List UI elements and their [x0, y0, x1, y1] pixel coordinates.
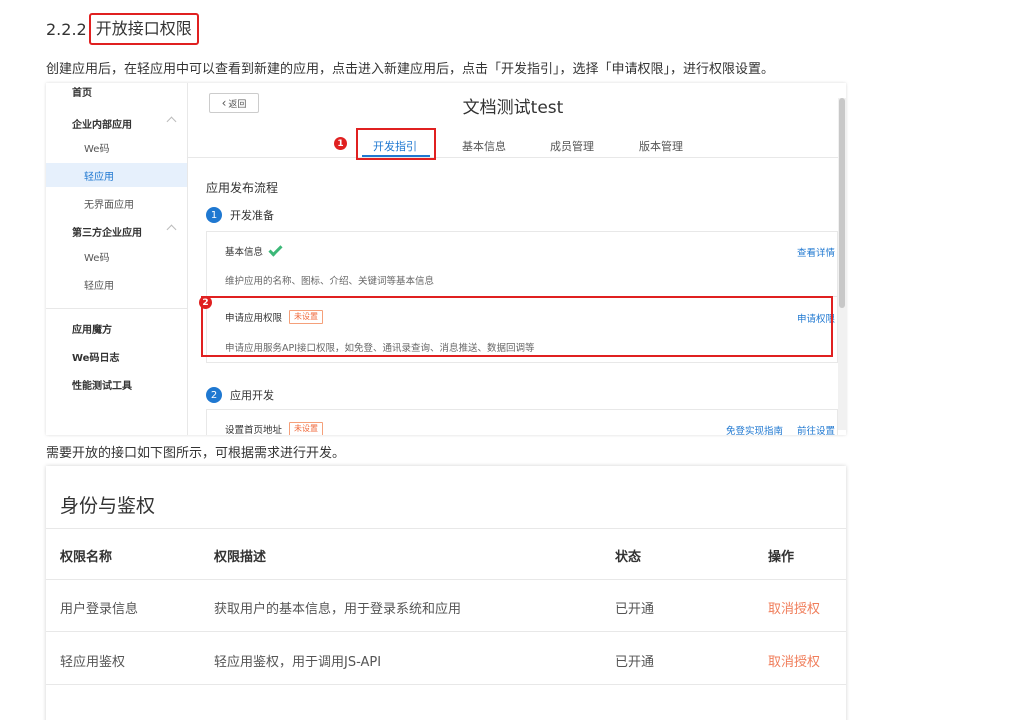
sidebar-item-thirdparty-light-app[interactable]: 轻应用	[46, 272, 187, 296]
step-label: 开发准备	[230, 209, 274, 222]
sidebar-item-perf-test[interactable]: 性能测试工具	[46, 372, 187, 396]
sidebar-group-enterprise[interactable]: 企业内部应用	[46, 111, 187, 135]
sidebar-item-wecode-log[interactable]: We码日志	[46, 344, 187, 368]
tab-members[interactable]: 成员管理	[550, 138, 594, 154]
card-homepage: 设置首页地址 未设置	[225, 422, 324, 435]
row-1-name: 用户登录信息	[60, 602, 139, 617]
tab-versions[interactable]: 版本管理	[639, 138, 683, 154]
panel-title: 身份与鉴权	[60, 495, 156, 517]
marker-1: 1	[334, 137, 347, 150]
step-dev-prep: 1 开发准备	[206, 207, 274, 223]
card-name: 设置首页地址	[225, 425, 283, 435]
sidebar-item-wecode[interactable]: We码	[46, 135, 187, 159]
revoke-button[interactable]: 取消授权	[768, 598, 820, 617]
sidebar-item-thirdparty-wecode[interactable]: We码	[46, 244, 187, 268]
sidebar-divider	[46, 308, 187, 309]
divider	[46, 684, 846, 685]
intro-paragraph: 创建应用后，在轻应用中可以查看到新建的应用，点击进入新建应用后，点击「开发指引」…	[46, 62, 775, 77]
sidebar-item-headless-app[interactable]: 无界面应用	[46, 191, 187, 215]
divider	[46, 631, 846, 632]
sidebar-item-light-app[interactable]: 轻应用	[46, 163, 187, 187]
chevron-up-icon	[166, 116, 177, 127]
step-number: 2	[206, 387, 222, 403]
tab-bar	[188, 128, 838, 158]
row-2-status: 已开通	[615, 655, 655, 670]
row-1-status: 已开通	[615, 602, 655, 617]
highlight-box-permission	[201, 296, 833, 357]
status-badge: 未设置	[289, 422, 324, 435]
divider	[46, 579, 846, 580]
view-details-link[interactable]: 查看详情	[797, 245, 835, 259]
sidebar-item-home[interactable]: 首页	[46, 83, 187, 103]
row-2-name: 轻应用鉴权	[60, 655, 126, 670]
marker-2: 2	[199, 296, 212, 309]
sidebar-group-thirdparty[interactable]: 第三方企业应用	[46, 219, 187, 243]
section-title: 开放接口权限	[88, 13, 199, 45]
column-header-status: 状态	[615, 550, 642, 565]
scrollbar[interactable]	[838, 98, 846, 430]
sidebar-group-label: 第三方企业应用	[72, 227, 142, 239]
app-dev-card: 设置首页地址 未设置 免登实现指南 前往设置	[206, 409, 838, 435]
go-settings-link[interactable]: 前往设置	[797, 423, 835, 435]
tab-basic-info[interactable]: 基本信息	[462, 138, 506, 154]
auth-permissions-screenshot: 身份与鉴权 权限名称 权限描述 状态 操作 用户登录信息 获取用户的基本信息，用…	[46, 466, 846, 720]
card-desc: 维护应用的名称、图标、介绍、关键词等基本信息	[225, 276, 435, 287]
interfaces-paragraph: 需要开放的接口如下图所示，可根据需求进行开发。	[46, 446, 346, 461]
sidebar-item-app-cube[interactable]: 应用魔方	[46, 316, 187, 340]
card-basic-info: 基本信息	[225, 241, 283, 258]
step-app-dev: 2 应用开发	[206, 387, 274, 403]
chevron-up-icon	[166, 224, 177, 235]
highlight-box-tab	[356, 128, 436, 160]
column-header-desc: 权限描述	[214, 550, 267, 565]
row-2-desc: 轻应用鉴权，用于调用JS-API	[214, 655, 382, 670]
column-header-name: 权限名称	[60, 550, 113, 565]
app-title: 文档测试test	[462, 98, 564, 118]
sidebar-group-label: 企业内部应用	[72, 119, 132, 131]
scrollbar-thumb[interactable]	[839, 98, 845, 308]
sidebar: 首页 企业内部应用 We码 轻应用 无界面应用 第三方企业应用 We码 轻应用 …	[46, 83, 188, 435]
step-label: 应用开发	[230, 389, 274, 402]
section-number: 2.2.2	[46, 19, 87, 39]
card-name: 基本信息	[225, 247, 264, 258]
section-heading: 2.2.2 开放接口权限	[46, 11, 199, 47]
row-1-desc: 获取用户的基本信息，用于登录系统和应用	[214, 602, 462, 617]
checkmark-icon	[268, 241, 283, 257]
step-number: 1	[206, 207, 222, 223]
revoke-button[interactable]: 取消授权	[768, 651, 820, 670]
divider	[46, 528, 846, 529]
app-console-screenshot: 首页 企业内部应用 We码 轻应用 无界面应用 第三方企业应用 We码 轻应用 …	[46, 83, 846, 435]
publish-flow-title: 应用发布流程	[206, 181, 279, 195]
column-header-action: 操作	[768, 550, 795, 565]
sso-guide-link[interactable]: 免登实现指南	[726, 423, 783, 435]
